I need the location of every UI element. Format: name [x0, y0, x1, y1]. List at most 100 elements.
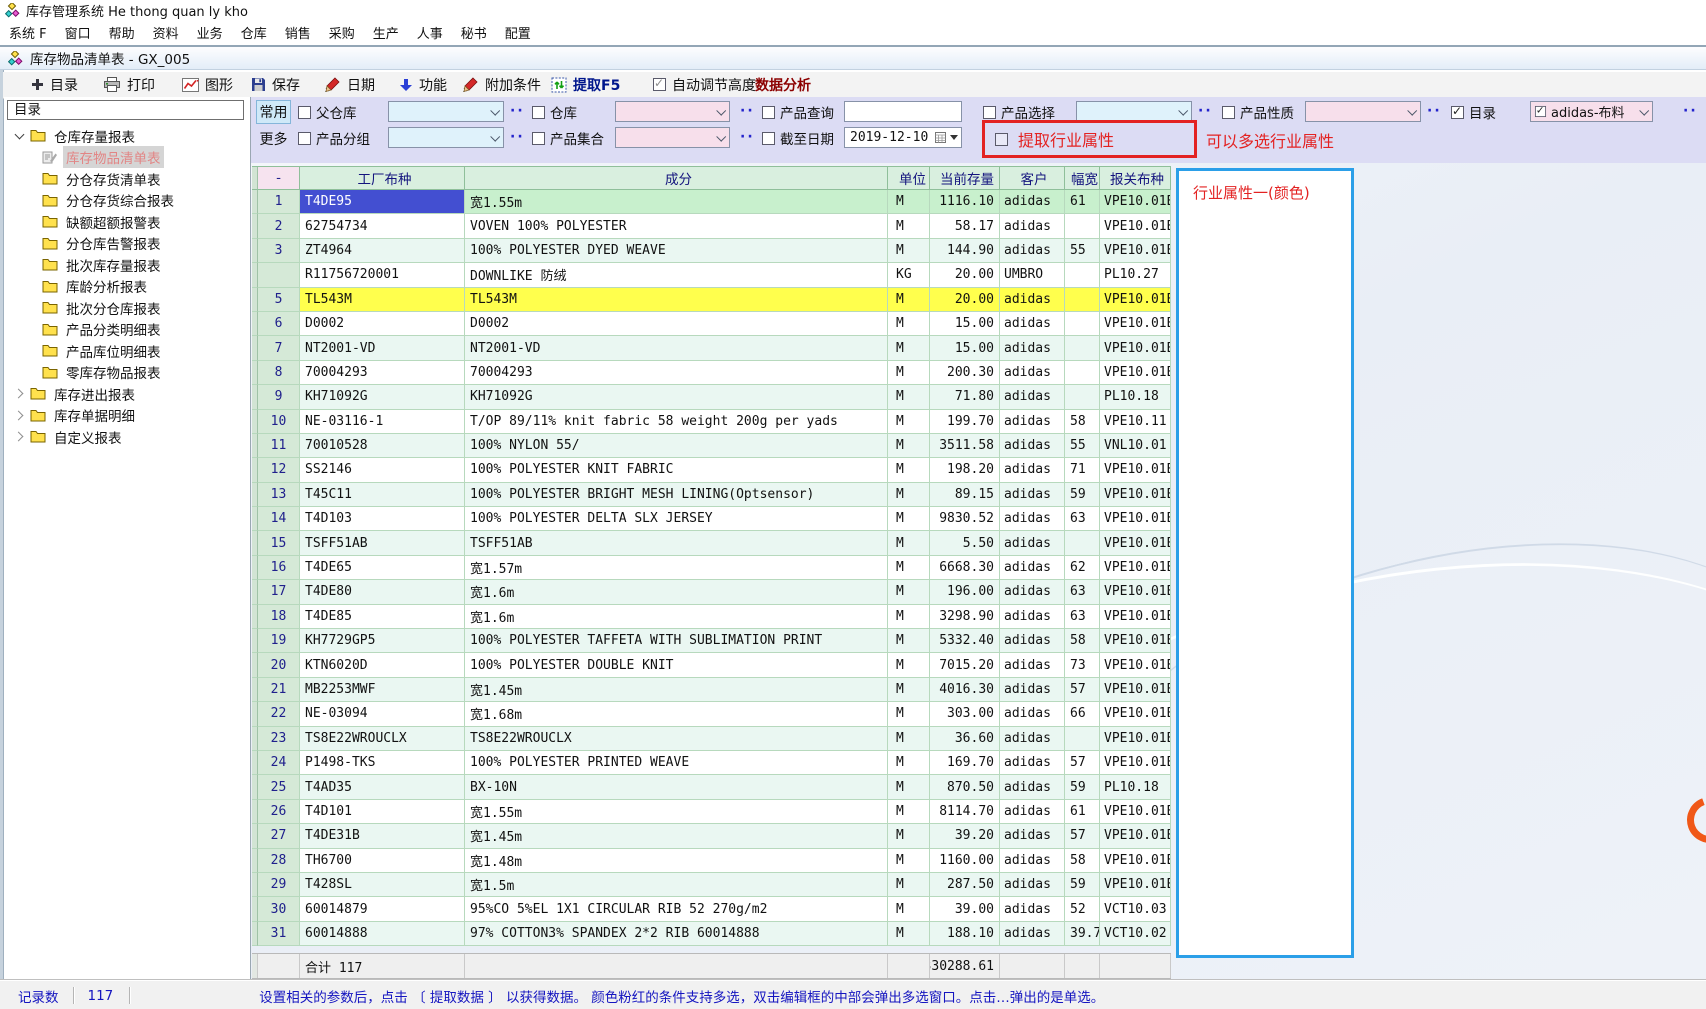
table-cell[interactable]: 23 — [258, 727, 300, 751]
table-cell[interactable]: VOVEN 100% POLYESTER — [465, 214, 888, 238]
table-cell[interactable]: 6668.30 — [930, 556, 1000, 580]
table-cell[interactable]: 31 — [258, 922, 300, 946]
table-cell[interactable]: 3298.90 — [930, 605, 1000, 629]
product-set-checkbox[interactable] — [532, 132, 545, 145]
table-cell[interactable]: PL10.18 — [1100, 385, 1171, 409]
table-cell[interactable]: T4DE85 — [300, 605, 465, 629]
product-set-dropdown[interactable] — [615, 127, 730, 148]
table-cell[interactable]: 28 — [258, 849, 300, 873]
table-cell[interactable]: 36.60 — [930, 727, 1000, 751]
table-row[interactable]: 7NT2001-VDNT2001-VDM15.00adidasVPE10.01B — [252, 336, 1171, 360]
menu-item[interactable]: 资料 — [144, 20, 188, 45]
table-cell[interactable]: 1160.00 — [930, 849, 1000, 873]
graph-button[interactable]: 图形 — [182, 72, 233, 97]
table-cell[interactable]: VPE10.01B — [1100, 678, 1171, 702]
menu-item[interactable]: 配置 — [496, 20, 540, 45]
table-cell[interactable]: 7 — [258, 336, 300, 360]
table-cell[interactable]: 199.70 — [930, 410, 1000, 434]
table-cell[interactable] — [1065, 336, 1100, 360]
table-cell[interactable]: M — [888, 507, 930, 531]
table-row[interactable]: 28TH6700宽1.48mM1160.00adidas58VPE10.01B — [252, 849, 1171, 873]
table-cell[interactable]: 66 — [1065, 702, 1100, 726]
table-cell[interactable]: T428SL — [300, 873, 465, 897]
table-cell[interactable]: 57 — [1065, 751, 1100, 775]
table-cell[interactable]: 59 — [1065, 775, 1100, 799]
table-cell[interactable]: TSFF51AB — [465, 531, 888, 555]
table-cell[interactable]: 100% POLYESTER DOUBLE KNIT — [465, 653, 888, 677]
warehouse-filter[interactable]: 仓库 — [532, 101, 577, 123]
cutoff-date-input[interactable]: 2019-12-10 — [844, 127, 962, 148]
parent-warehouse-dropdown[interactable] — [388, 101, 504, 122]
table-cell[interactable]: 20 — [258, 653, 300, 677]
table-cell[interactable]: M — [888, 361, 930, 385]
product-query-filter[interactable]: 产品查询 — [762, 101, 834, 123]
table-row[interactable]: 5TL543MTL543MM20.00adidasVPE10.01B — [252, 288, 1171, 312]
table-cell[interactable]: 100% POLYESTER KNIT FABRIC — [465, 458, 888, 482]
table-cell[interactable]: M — [888, 922, 930, 946]
table-cell[interactable]: VPE10.01B — [1100, 531, 1171, 555]
table-cell[interactable]: 25 — [258, 775, 300, 799]
table-cell[interactable]: VPE10.01B — [1100, 190, 1171, 214]
table-cell[interactable]: 58 — [1065, 849, 1100, 873]
table-cell[interactable]: VPE10.01B — [1100, 580, 1171, 604]
table-cell[interactable]: adidas — [1000, 336, 1065, 360]
table-cell[interactable]: 9830.52 — [930, 507, 1000, 531]
date-button[interactable]: 日期 — [325, 72, 375, 97]
table-cell[interactable]: M — [888, 824, 930, 848]
table-cell[interactable]: P1498-TKS — [300, 751, 465, 775]
table-cell[interactable]: 4016.30 — [930, 678, 1000, 702]
table-cell[interactable]: 100% POLYESTER DYED WEAVE — [465, 239, 888, 263]
table-cell[interactable]: adidas — [1000, 312, 1065, 336]
table-row[interactable]: 20KTN6020D100% POLYESTER DOUBLE KNITM701… — [252, 653, 1171, 677]
table-row[interactable]: 306001487995%CO 5%EL 1X1 CIRCULAR RIB 52… — [252, 897, 1171, 921]
table-cell[interactable]: adidas — [1000, 288, 1065, 312]
table-cell[interactable]: 870.50 — [930, 775, 1000, 799]
product-group-checkbox[interactable] — [298, 132, 311, 145]
sidebar-item[interactable]: 产品库位明细表 — [6, 340, 248, 362]
table-cell[interactable]: VPE10.01B — [1100, 800, 1171, 824]
table-cell[interactable]: 61 — [1065, 190, 1100, 214]
catalog-filter[interactable]: 目录 — [1451, 101, 1496, 123]
table-cell[interactable]: D0002 — [465, 312, 888, 336]
table-cell[interactable]: NT2001-VD — [300, 336, 465, 360]
table-cell[interactable]: 宽1.55m — [465, 800, 888, 824]
table-cell[interactable]: VPE10.01B — [1100, 312, 1171, 336]
table-cell[interactable]: VPE10.01B — [1100, 214, 1171, 238]
table-cell[interactable]: 宽1.57m — [465, 556, 888, 580]
table-cell[interactable]: 89.15 — [930, 483, 1000, 507]
table-cell[interactable]: 1 — [258, 190, 300, 214]
table-cell[interactable]: 15.00 — [930, 312, 1000, 336]
table-cell[interactable]: 18 — [258, 605, 300, 629]
table-cell[interactable]: adidas — [1000, 605, 1065, 629]
conditions-button[interactable]: 附加条件 — [463, 72, 541, 97]
table-cell[interactable]: VPE10.01B — [1100, 873, 1171, 897]
table-cell[interactable]: 宽1.68m — [465, 702, 888, 726]
tab-common[interactable]: 常用 — [256, 100, 291, 124]
table-cell[interactable]: 2 — [258, 214, 300, 238]
table-cell[interactable]: 12 — [258, 458, 300, 482]
product-group-filter[interactable]: 产品分组 — [298, 127, 370, 149]
fetch-button[interactable]: 提取F5 — [551, 72, 620, 97]
sidebar-item[interactable]: 批次库存量报表 — [6, 254, 248, 276]
table-cell[interactable] — [1065, 263, 1100, 287]
chevron-collapsed-icon[interactable] — [14, 431, 25, 442]
table-row[interactable]: 10NE-03116-1T/OP 89/11% knit fabric 58 w… — [252, 410, 1171, 434]
table-cell[interactable]: 20.00 — [930, 263, 1000, 287]
table-cell[interactable]: D0002 — [300, 312, 465, 336]
table-cell[interactable]: VPE10.01B — [1100, 605, 1171, 629]
table-cell[interactable]: M — [888, 751, 930, 775]
ellipsis-button[interactable]: ·· — [510, 103, 525, 119]
table-cell[interactable]: 8114.70 — [930, 800, 1000, 824]
table-cell[interactable]: 71.80 — [930, 385, 1000, 409]
table-cell[interactable]: 57 — [1065, 824, 1100, 848]
table-cell[interactable]: 63 — [1065, 580, 1100, 604]
table-cell[interactable]: M — [888, 190, 930, 214]
table-cell[interactable]: 39.00 — [930, 897, 1000, 921]
table-row[interactable]: 316001488897% COTTON3% SPANDEX 2*2 RIB 6… — [252, 922, 1171, 946]
table-cell[interactable]: adidas — [1000, 556, 1065, 580]
column-header[interactable]: - — [258, 167, 300, 190]
sidebar-item[interactable]: 零库存物品报表 — [6, 362, 248, 384]
table-cell[interactable]: M — [888, 385, 930, 409]
table-cell[interactable]: M — [888, 727, 930, 751]
table-cell[interactable]: 62754734 — [300, 214, 465, 238]
